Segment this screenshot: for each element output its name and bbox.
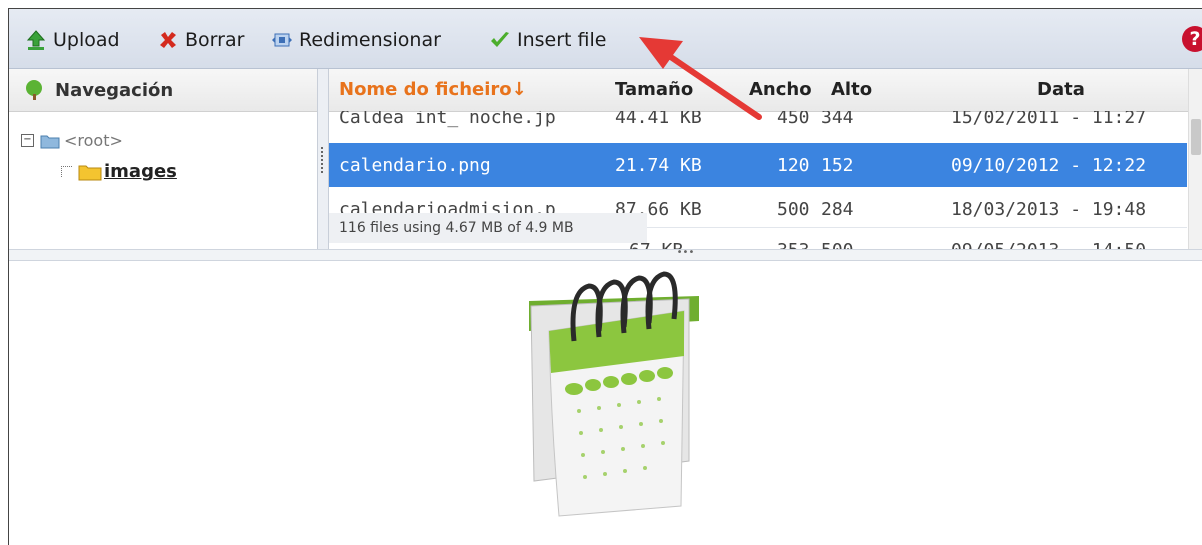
file-height: 500	[821, 240, 854, 249]
insert-file-button[interactable]: Insert file	[489, 27, 606, 53]
column-name-header[interactable]: Nome do ficheiro↓	[339, 79, 527, 100]
delete-label: Borrar	[185, 29, 245, 51]
images-label: images	[104, 161, 177, 182]
navigation-header: Navegación	[9, 69, 317, 112]
collapse-icon[interactable]: −	[21, 134, 34, 147]
file-date: 18/03/2013 - 19:48	[951, 199, 1147, 220]
resize-icon	[271, 29, 293, 51]
upload-label: Upload	[53, 29, 120, 51]
file-manager-window: Upload Borrar Redimensionar Insert file …	[8, 8, 1202, 545]
folder-blue-icon	[40, 133, 60, 149]
tree-branch-icon	[61, 166, 72, 177]
file-width: 500	[777, 199, 810, 220]
toolbar: Upload Borrar Redimensionar Insert file …	[9, 9, 1202, 69]
vertical-splitter[interactable]	[317, 69, 329, 249]
tree-icon	[23, 79, 45, 101]
tree-node-images[interactable]: images	[61, 161, 177, 182]
file-width: 120	[777, 155, 810, 176]
file-date: 09/05/2013 - 14:50	[951, 240, 1146, 249]
folder-yellow-icon	[78, 163, 102, 181]
horizontal-splitter[interactable]: •••	[9, 248, 1202, 261]
image-preview	[9, 261, 1202, 545]
resize-button[interactable]: Redimensionar	[271, 27, 441, 53]
calendar-preview-image	[529, 271, 699, 517]
upload-icon	[25, 29, 47, 51]
file-height: 152	[821, 155, 854, 176]
delete-button[interactable]: Borrar	[157, 27, 244, 53]
root-label: <root>	[64, 131, 123, 150]
file-date: 09/10/2012 - 12:22	[951, 155, 1147, 176]
upload-button[interactable]: Upload	[25, 27, 120, 53]
scrollbar-thumb[interactable]	[1191, 119, 1201, 155]
file-height: 284	[821, 199, 854, 220]
file-size: 21.74 KB	[615, 155, 702, 176]
insert-file-label: Insert file	[517, 29, 607, 51]
help-icon[interactable]: ?	[1182, 26, 1202, 52]
file-name: calendario.png	[339, 155, 491, 176]
red-arrow-annotation	[639, 37, 762, 120]
tree-node-root[interactable]: − <root>	[21, 131, 123, 150]
column-height-header[interactable]: Alto	[831, 79, 872, 100]
file-row-selected[interactable]: calendario.png 21.74 KB 120 152 09/10/20…	[329, 143, 1187, 187]
navigation-title: Navegación	[55, 79, 174, 101]
status-bar: 116 files using 4.67 MB of 4.9 MB	[329, 213, 647, 243]
file-width: 353	[777, 240, 810, 249]
column-date-header[interactable]: Data	[1037, 79, 1085, 100]
vertical-scrollbar[interactable]	[1188, 69, 1202, 249]
navigation-panel: Navegación − <root> images	[9, 69, 317, 249]
delete-x-icon	[157, 29, 179, 51]
checkmark-icon	[489, 29, 511, 51]
resize-label: Redimensionar	[299, 29, 441, 51]
